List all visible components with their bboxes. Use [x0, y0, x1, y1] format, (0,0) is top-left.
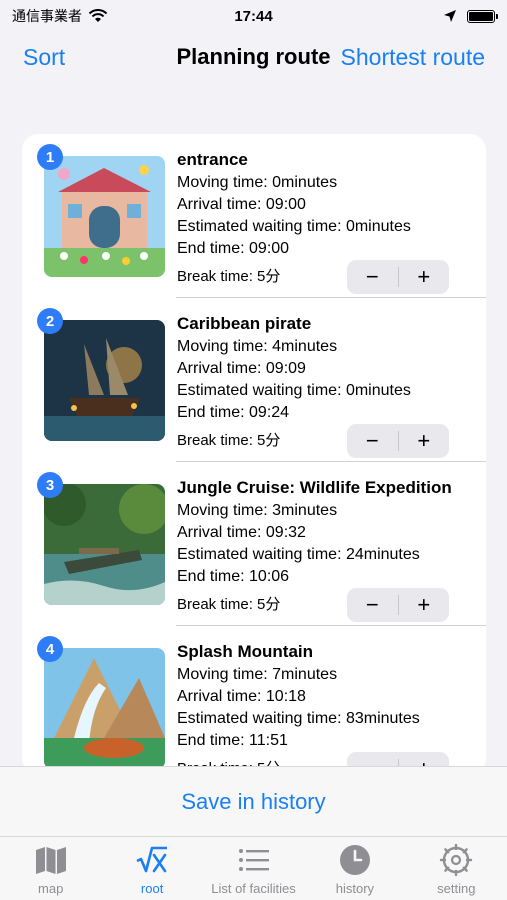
end-time: End time: 10:06: [177, 568, 290, 585]
clock-icon: [338, 843, 372, 877]
list-item[interactable]: 2 Caribbean pirate Moving time: 4minutes…: [22, 298, 486, 462]
end-time: End time: 09:24: [177, 404, 290, 421]
facility-title: Splash Mountain: [177, 642, 313, 661]
increment-button[interactable]: +: [399, 588, 450, 622]
gear-icon: [439, 843, 473, 877]
carrier-label: 通信事業者: [12, 8, 82, 24]
tab-bar: map root List of facilities history sett…: [0, 836, 507, 900]
arrival-time: Arrival time: 09:09: [177, 360, 306, 377]
save-bar: Save in history: [0, 766, 507, 836]
save-in-history-button[interactable]: Save in history: [181, 789, 325, 815]
decrement-button[interactable]: −: [347, 260, 398, 294]
tab-map[interactable]: map: [0, 837, 101, 900]
decrement-button[interactable]: −: [347, 424, 398, 458]
shortest-route-button[interactable]: Shortest route: [341, 44, 485, 71]
facility-thumbnail-entrance: [44, 156, 165, 277]
facility-title: entrance: [177, 150, 248, 169]
break-time-stepper: − +: [347, 260, 449, 294]
battery-icon: [467, 9, 498, 23]
break-time: Break time: 5分: [177, 432, 281, 449]
break-time-stepper: − +: [347, 424, 449, 458]
facility-thumbnail-splash: [44, 648, 165, 769]
tab-root[interactable]: root: [101, 837, 202, 900]
wifi-icon: [88, 9, 108, 22]
sort-button[interactable]: Sort: [23, 44, 65, 71]
tab-setting[interactable]: setting: [406, 837, 507, 900]
end-time: End time: 09:00: [177, 240, 290, 257]
moving-time: Moving time: 0minutes: [177, 174, 338, 191]
facility-thumbnail-jungle: [44, 484, 165, 605]
order-badge: 2: [37, 308, 63, 334]
tab-history[interactable]: history: [304, 837, 405, 900]
moving-time: Moving time: 4minutes: [177, 338, 338, 355]
waiting-time: Estimated waiting time: 0minutes: [177, 382, 411, 399]
list-icon: [237, 843, 271, 877]
tab-list-of-facilities[interactable]: List of facilities: [203, 837, 304, 900]
break-time-stepper: − +: [347, 588, 449, 622]
facility-thumbnail-pirate: [44, 320, 165, 441]
arrival-time: Arrival time: 10:18: [177, 688, 306, 705]
increment-button[interactable]: +: [399, 260, 450, 294]
break-time: Break time: 5分: [177, 596, 281, 613]
order-badge: 4: [37, 636, 63, 662]
arrival-time: Arrival time: 09:00: [177, 196, 306, 213]
sqrt-x-icon: [135, 843, 169, 877]
order-badge: 3: [37, 472, 63, 498]
moving-time: Moving time: 3minutes: [177, 502, 338, 519]
map-icon: [34, 843, 68, 877]
waiting-time: Estimated waiting time: 83minutes: [177, 710, 420, 727]
waiting-time: Estimated waiting time: 0minutes: [177, 218, 411, 235]
end-time: End time: 11:51: [177, 732, 288, 749]
list-item[interactable]: 3 Jungle Cruise: Wildlife Expedition Mov…: [22, 462, 486, 626]
status-bar: 通信事業者 17:44: [0, 0, 507, 32]
moving-time: Moving time: 7minutes: [177, 666, 338, 683]
order-badge: 1: [37, 144, 63, 170]
list-item[interactable]: 1 entrance Moving time: 0minutes Arrival…: [22, 134, 486, 298]
location-arrow-icon: [444, 10, 456, 22]
list-item[interactable]: 4 Splash Mountain Moving time: 7minutes …: [22, 626, 486, 774]
break-time: Break time: 5分: [177, 268, 281, 285]
decrement-button[interactable]: −: [347, 588, 398, 622]
waiting-time: Estimated waiting time: 24minutes: [177, 546, 420, 563]
facility-title: Jungle Cruise: Wildlife Expedition: [177, 478, 452, 497]
navigation-bar: Sort Planning route Shortest route: [0, 40, 507, 80]
facility-title: Caribbean pirate: [177, 314, 312, 333]
arrival-time: Arrival time: 09:32: [177, 524, 306, 541]
increment-button[interactable]: +: [399, 424, 450, 458]
route-list: 1 entrance Moving time: 0minutes Arrival…: [22, 134, 486, 774]
